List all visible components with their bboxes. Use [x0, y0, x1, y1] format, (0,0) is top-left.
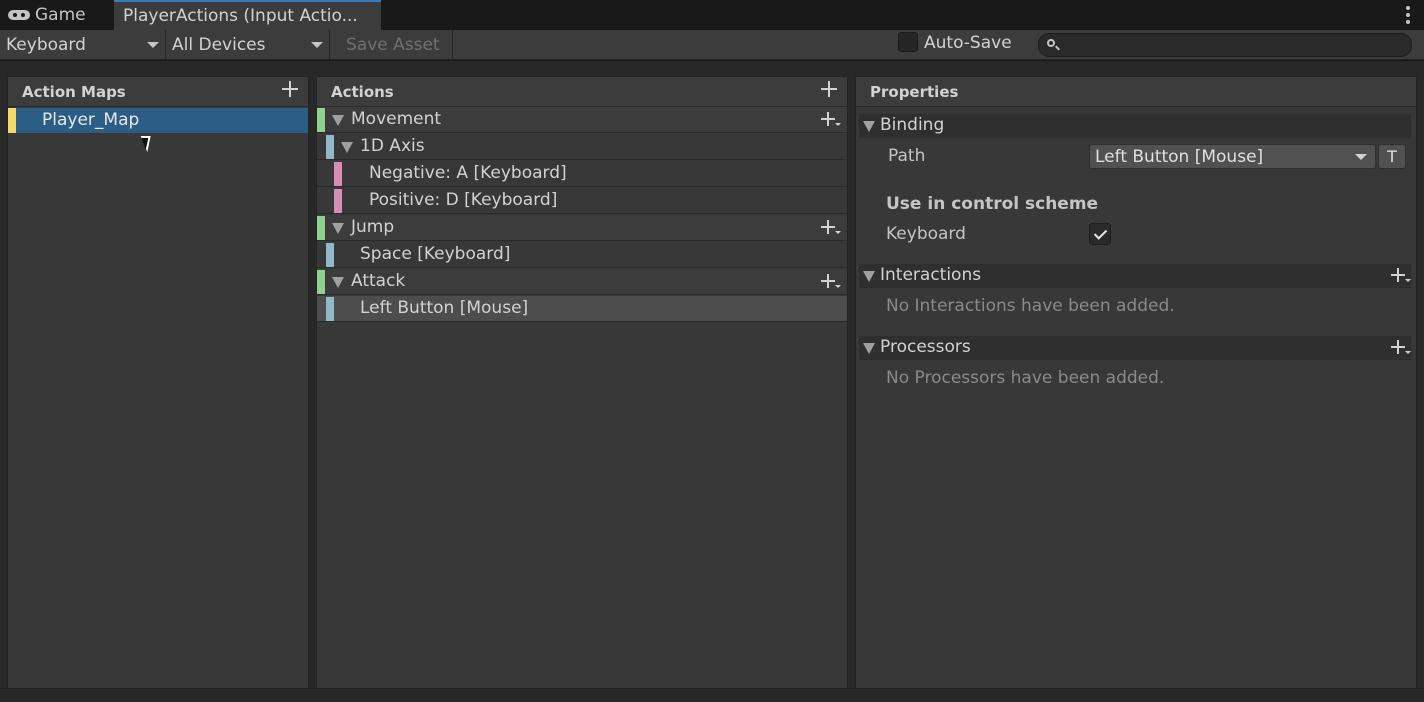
- action-maps-title: Action Maps: [22, 82, 126, 101]
- scheme-keyboard-checkbox[interactable]: [1089, 223, 1111, 245]
- path-label: Path: [888, 146, 926, 166]
- binding-label: Space [Keyboard]: [360, 244, 511, 264]
- gamepad-icon: [8, 9, 30, 21]
- binding-section-header[interactable]: Binding: [859, 114, 1411, 138]
- expand-triangle-icon[interactable]: [332, 115, 344, 126]
- tab-player-actions-label: PlayerActions (Input Actio...: [123, 6, 358, 26]
- bottom-edge: [0, 688, 1424, 702]
- action-map-item[interactable]: Player_Map: [8, 108, 308, 133]
- action-row-jump[interactable]: Jump: [317, 215, 847, 241]
- add-processor-icon[interactable]: [1391, 340, 1411, 356]
- actions-header: Actions: [317, 77, 847, 107]
- collapse-triangle-icon[interactable]: [863, 121, 875, 132]
- properties-header: Properties: [856, 77, 1416, 107]
- composite-row-1d-axis[interactable]: 1D Axis: [317, 134, 847, 160]
- processors-section-header[interactable]: Processors: [859, 336, 1411, 360]
- control-scheme-value: Keyboard: [6, 35, 86, 55]
- action-label: Attack: [351, 271, 406, 291]
- part-label: Positive: D [Keyboard]: [369, 190, 558, 210]
- binding-section-title: Binding: [880, 115, 945, 135]
- add-binding-icon[interactable]: [821, 112, 841, 128]
- interactions-section-header[interactable]: Interactions: [859, 264, 1411, 288]
- action-label: Movement: [351, 109, 442, 129]
- actions-title: Actions: [331, 82, 394, 101]
- text-mode-button[interactable]: T: [1378, 144, 1406, 169]
- action-label: Jump: [351, 217, 395, 237]
- add-action-icon[interactable]: [821, 81, 837, 97]
- action-maps-panel: Action Maps: [7, 76, 309, 689]
- chevron-down-icon: [1355, 154, 1367, 160]
- tab-game[interactable]: Game: [0, 0, 114, 30]
- tab-game-label: Game: [35, 5, 86, 25]
- tab-player-actions[interactable]: PlayerActions (Input Actio...: [114, 0, 381, 30]
- action-map-label: Player_Map: [42, 110, 140, 130]
- action-color-bar: [317, 216, 325, 240]
- auto-save-checkbox[interactable]: [898, 32, 918, 52]
- action-maps-header: Action Maps: [8, 77, 308, 107]
- devices-dropdown[interactable]: All Devices: [166, 30, 330, 60]
- add-action-map-icon[interactable]: [282, 81, 298, 97]
- add-binding-icon[interactable]: [821, 220, 841, 236]
- control-scheme-dropdown[interactable]: Keyboard: [0, 30, 166, 60]
- action-row-movement[interactable]: Movement: [317, 107, 847, 133]
- scheme-keyboard-label: Keyboard: [886, 224, 966, 244]
- auto-save-label: Auto-Save: [924, 33, 1012, 53]
- properties-title: Properties: [870, 82, 959, 101]
- processors-section-title: Processors: [880, 337, 971, 357]
- binding-color-bar: [326, 297, 334, 321]
- search-icon: [1047, 39, 1055, 47]
- binding-row-left-button[interactable]: Left Button [Mouse]: [317, 296, 847, 322]
- collapse-triangle-icon[interactable]: [863, 343, 875, 354]
- add-interaction-icon[interactable]: [1391, 268, 1411, 284]
- control-scheme-heading: Use in control scheme: [886, 194, 1099, 214]
- part-color-bar: [334, 189, 342, 213]
- action-color-bar: [317, 108, 325, 132]
- path-dropdown[interactable]: Left Button [Mouse]: [1089, 144, 1376, 169]
- collapse-triangle-icon[interactable]: [863, 271, 875, 282]
- chevron-down-icon: [147, 42, 159, 48]
- action-color-bar: [317, 270, 325, 294]
- chevron-down-icon: [311, 42, 323, 48]
- search-input[interactable]: [1063, 36, 1403, 54]
- expand-triangle-icon[interactable]: [341, 142, 353, 153]
- map-color-bar: [8, 108, 16, 133]
- add-binding-icon[interactable]: [821, 274, 841, 290]
- search-field[interactable]: [1038, 33, 1412, 57]
- more-options-icon[interactable]: [1406, 6, 1410, 24]
- part-row-positive[interactable]: Positive: D [Keyboard]: [317, 188, 847, 214]
- binding-color-bar: [326, 243, 334, 267]
- devices-value: All Devices: [172, 35, 266, 55]
- expand-triangle-icon[interactable]: [332, 223, 344, 234]
- path-value: Left Button [Mouse]: [1095, 146, 1264, 167]
- binding-row-space[interactable]: Space [Keyboard]: [317, 242, 847, 268]
- save-asset-button[interactable]: Save Asset: [337, 30, 453, 60]
- processors-empty-text: No Processors have been added.: [886, 368, 1165, 388]
- interactions-section-title: Interactions: [880, 265, 982, 285]
- expand-triangle-icon[interactable]: [332, 277, 344, 288]
- tab-bar: Game PlayerActions (Input Actio...: [0, 0, 1424, 30]
- composite-color-bar: [326, 135, 334, 159]
- part-color-bar: [334, 162, 342, 186]
- interactions-empty-text: No Interactions have been added.: [886, 296, 1175, 316]
- part-row-negative[interactable]: Negative: A [Keyboard]: [317, 161, 847, 187]
- composite-label: 1D Axis: [360, 136, 425, 156]
- action-row-attack[interactable]: Attack: [317, 269, 847, 295]
- binding-label: Left Button [Mouse]: [360, 298, 529, 318]
- part-label: Negative: A [Keyboard]: [369, 163, 567, 183]
